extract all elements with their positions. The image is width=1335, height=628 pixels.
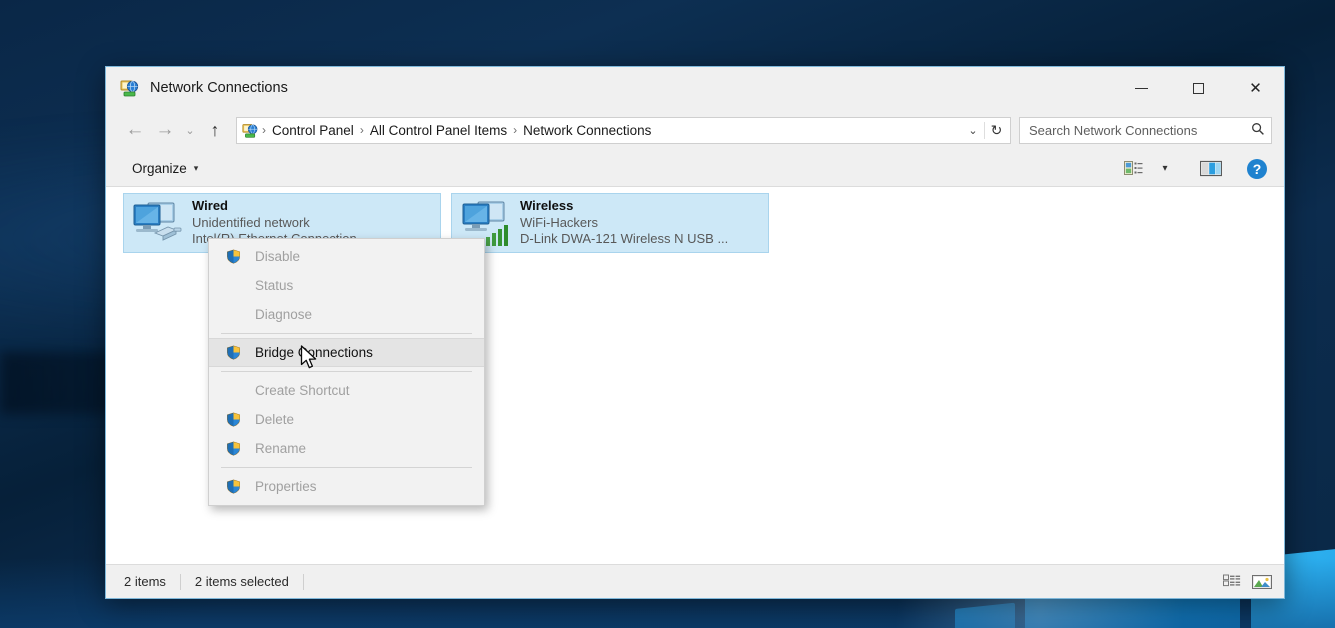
minimize-button[interactable] — [1113, 67, 1170, 109]
menu-item-label: Diagnose — [255, 307, 313, 322]
window-title: Network Connections — [150, 80, 288, 96]
back-button[interactable]: ← — [120, 116, 150, 144]
chevron-down-icon: ▾ — [1162, 163, 1168, 174]
refresh-button[interactable]: ↻ — [984, 121, 1008, 139]
command-toolbar: Organize ▾ ▾ ? — [106, 151, 1284, 187]
wired-adapter-icon — [130, 199, 184, 247]
maximize-button[interactable] — [1170, 67, 1227, 109]
menu-icon-placeholder — [219, 277, 247, 295]
shield-icon — [219, 344, 247, 362]
connection-text-wireless: Wireless WiFi-Hackers D-Link DWA-121 Wir… — [520, 198, 728, 248]
window-controls: ✕ — [1113, 67, 1284, 109]
shield-icon — [219, 440, 247, 458]
connection-name: Wired — [192, 198, 228, 214]
network-connections-icon — [120, 78, 140, 98]
menu-item-label: Disable — [255, 249, 301, 264]
address-bar-row: ← → ⌄ ↑ › Control Panel › All Control Pa… — [106, 109, 1284, 151]
shield-icon — [219, 478, 247, 496]
menu-item-label: Rename — [255, 441, 307, 456]
connection-network: Unidentified network — [192, 214, 310, 230]
status-divider — [179, 573, 181, 590]
menu-item-label: Create Shortcut — [255, 383, 350, 398]
view-options-icon[interactable] — [1118, 156, 1148, 182]
shield-icon — [219, 248, 247, 266]
breadcrumb-network-connections[interactable]: Network Connections — [518, 118, 656, 143]
search-input[interactable] — [1029, 122, 1251, 138]
toolbar-right-group: ▾ ? — [1118, 156, 1272, 182]
menu-item-diagnose[interactable]: Diagnose — [209, 300, 484, 329]
organize-button[interactable]: Organize ▾ — [124, 157, 206, 180]
chevron-down-icon: ▾ — [193, 163, 199, 173]
details-view-icon[interactable] — [1220, 571, 1244, 593]
menu-separator — [221, 333, 472, 334]
menu-item-create-shortcut[interactable]: Create Shortcut — [209, 376, 484, 405]
menu-item-bridge-connections[interactable]: Bridge Connections — [209, 338, 484, 367]
shield-icon — [219, 411, 247, 429]
desktop: Network Connections ✕ ← → ⌄ ↑ › Control … — [0, 0, 1335, 628]
preview-pane-icon[interactable] — [1196, 156, 1226, 182]
breadcrumb-network-icon — [242, 122, 259, 139]
menu-item-disable[interactable]: Disable — [209, 242, 484, 271]
connection-adapter: D-Link DWA-121 Wireless N USB ... — [520, 231, 729, 247]
forward-button[interactable]: → — [150, 116, 180, 144]
menu-item-status[interactable]: Status — [209, 271, 484, 300]
menu-icon-placeholder — [219, 306, 247, 324]
connection-name: Wireless — [520, 198, 574, 214]
status-bar: 2 items 2 items selected — [106, 564, 1284, 598]
recent-locations-icon[interactable]: ⌄ — [180, 116, 200, 144]
view-options-chevron-down-icon[interactable]: ▾ — [1150, 156, 1180, 182]
menu-item-label: Status — [255, 278, 294, 293]
mouse-cursor — [300, 345, 319, 376]
organize-label: Organize — [132, 161, 187, 176]
menu-separator — [221, 467, 472, 468]
context-menu: Disable Status Diagnose Bridge Connectio… — [208, 238, 485, 506]
connection-item-wireless[interactable]: Wireless WiFi-Hackers D-Link DWA-121 Wir… — [451, 193, 769, 253]
status-divider — [302, 573, 304, 590]
close-button[interactable]: ✕ — [1227, 67, 1284, 109]
menu-item-rename[interactable]: Rename — [209, 434, 484, 463]
svg-text:?: ? — [1253, 161, 1262, 177]
title-bar: Network Connections ✕ — [106, 67, 1284, 109]
menu-icon-placeholder — [219, 382, 247, 400]
help-button[interactable]: ? — [1242, 156, 1272, 182]
address-breadcrumb-bar[interactable]: › Control Panel › All Control Panel Item… — [236, 116, 1011, 144]
breadcrumb-all-control-panel-items[interactable]: All Control Panel Items — [365, 118, 512, 143]
search-icon[interactable] — [1251, 122, 1265, 139]
connection-network: WiFi-Hackers — [520, 214, 598, 230]
breadcrumb-control-panel[interactable]: Control Panel — [267, 118, 359, 143]
large-icons-view-icon[interactable] — [1250, 571, 1274, 593]
up-button[interactable]: ↑ — [200, 116, 230, 144]
address-dropdown-icon[interactable]: ⌄ — [962, 124, 984, 137]
menu-item-label: Properties — [255, 479, 317, 494]
menu-item-properties[interactable]: Properties — [209, 472, 484, 501]
menu-separator — [221, 371, 472, 372]
item-count-label: 2 items — [124, 574, 166, 589]
selected-count-label: 2 items selected — [194, 574, 289, 589]
menu-item-delete[interactable]: Delete — [209, 405, 484, 434]
search-box[interactable] — [1019, 116, 1272, 144]
view-switch-group — [1220, 571, 1274, 593]
menu-item-label: Delete — [255, 412, 295, 427]
